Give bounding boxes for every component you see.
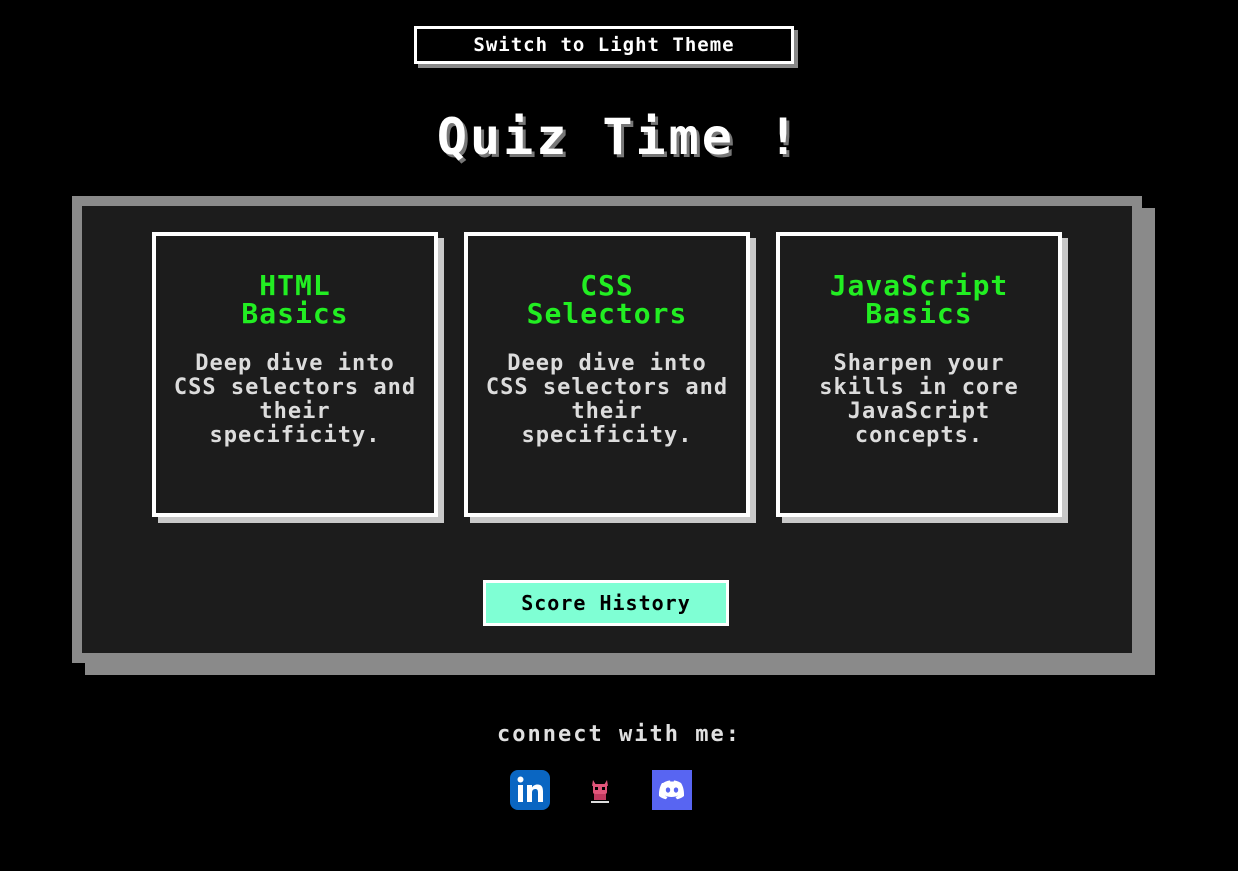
quiz-card-title-line1: CSS xyxy=(580,269,634,302)
discord-icon xyxy=(652,770,692,810)
connect-label: connect with me: xyxy=(497,722,741,747)
quiz-card-javascript-basics[interactable]: JavaScript Basics Sharpen your skills in… xyxy=(776,232,1062,517)
quiz-card-title: JavaScript Basics xyxy=(794,272,1044,328)
quiz-card-html-basics[interactable]: HTML Basics Deep dive into CSS selectors… xyxy=(152,232,438,517)
quiz-card-title: CSS Selectors xyxy=(482,272,732,328)
linkedin-link[interactable] xyxy=(510,770,550,810)
quiz-card-description: Deep dive into CSS selectors and their s… xyxy=(485,351,729,448)
quiz-card-title-line1: HTML xyxy=(259,269,331,302)
quiz-card-description: Deep dive into CSS selectors and their s… xyxy=(173,351,417,448)
page-title: Quiz Time ! xyxy=(436,108,802,166)
switch-theme-button[interactable]: Switch to Light Theme xyxy=(414,26,794,64)
score-history-button[interactable]: Score History xyxy=(483,580,729,626)
mascot-link[interactable] xyxy=(580,770,620,810)
linkedin-icon xyxy=(510,770,550,810)
quiz-panel: HTML Basics Deep dive into CSS selectors… xyxy=(72,196,1142,663)
quiz-card-title-line2: Basics xyxy=(241,297,349,330)
discord-link[interactable] xyxy=(652,770,692,810)
quiz-card-title-line1: JavaScript xyxy=(829,269,1009,302)
quiz-card-title-line2: Basics xyxy=(865,297,973,330)
quiz-card-title-line2: Selectors xyxy=(526,297,688,330)
quiz-card-title: HTML Basics xyxy=(170,272,420,328)
quiz-card-description: Sharpen your skills in core JavaScript c… xyxy=(819,351,1019,448)
quiz-card-css-selectors[interactable]: CSS Selectors Deep dive into CSS selecto… xyxy=(464,232,750,517)
mascot-icon xyxy=(580,770,620,810)
